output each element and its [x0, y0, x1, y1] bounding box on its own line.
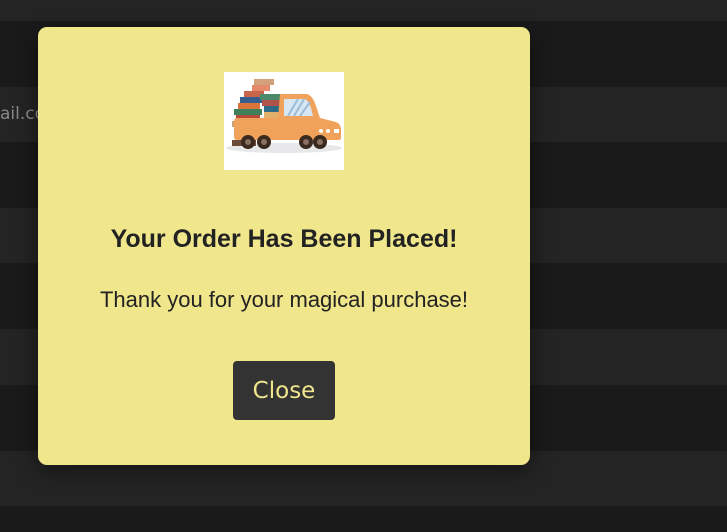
modal-title: Your Order Has Been Placed!	[110, 225, 458, 253]
modal-message: Thank you for your magical purchase!	[99, 287, 469, 312]
order-confirmation-modal: Your Order Has Been Placed! Thank you fo…	[38, 27, 530, 465]
truck-with-books-icon	[224, 72, 344, 170]
close-button[interactable]: Close	[233, 361, 335, 420]
table-row	[0, 0, 727, 21]
table-row	[0, 506, 727, 532]
